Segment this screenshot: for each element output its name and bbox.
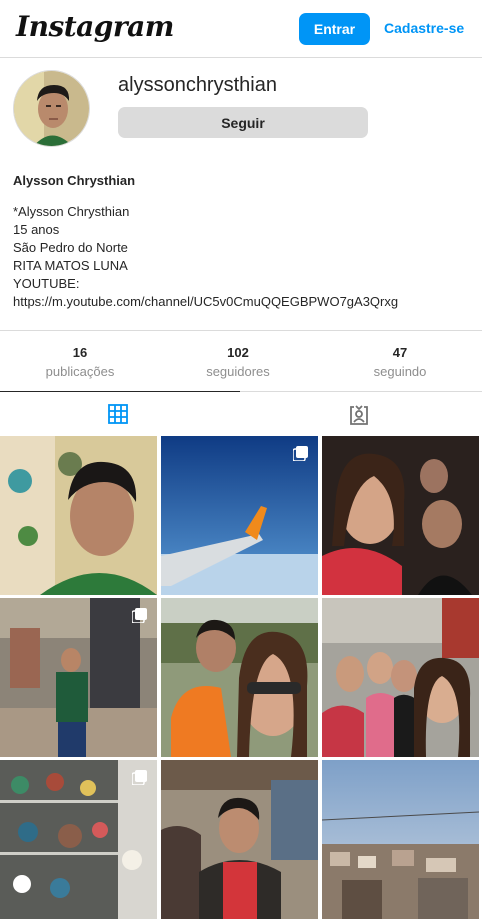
- followers-label: seguidores: [206, 364, 270, 379]
- follow-button[interactable]: Seguir: [118, 107, 368, 138]
- grid-icon[interactable]: [108, 404, 128, 424]
- profile-full-name: Alysson Chrysthian: [13, 173, 136, 188]
- tagged-icon[interactable]: [348, 404, 368, 425]
- profile-username: alyssonchrysthian: [118, 74, 277, 96]
- post-tile[interactable]: [161, 598, 318, 757]
- instagram-logo[interactable]: Instagram: [16, 10, 174, 43]
- top-bar: Instagram Entrar Cadastre-se: [0, 0, 482, 58]
- stat-following[interactable]: 47 seguindo: [320, 345, 480, 379]
- profile-bio: *Alysson Chrysthian 15 anos São Pedro do…: [13, 203, 398, 311]
- login-button[interactable]: Entrar: [299, 13, 370, 45]
- post-tile[interactable]: [0, 436, 157, 595]
- post-tile[interactable]: [161, 436, 318, 595]
- posts-count: 16: [72, 345, 88, 360]
- multiple-photos-icon: [132, 770, 147, 785]
- bio-line: São Pedro do Norte: [13, 240, 128, 255]
- profile-tabs: [0, 391, 482, 436]
- post-tile[interactable]: [322, 760, 479, 919]
- bio-line: YOUTUBE:: [13, 276, 80, 291]
- bio-line: 15 anos: [13, 222, 60, 237]
- stat-followers[interactable]: 102 seguidores: [158, 345, 318, 379]
- bio-link[interactable]: https://m.youtube.com/channel/UC5v0CmuQQ…: [13, 293, 398, 311]
- bio-line: RITA MATOS LUNA: [13, 258, 128, 273]
- post-tile[interactable]: [0, 760, 157, 919]
- posts-label: publicações: [45, 364, 115, 379]
- bio-line: *Alysson Chrysthian: [13, 204, 130, 219]
- avatar[interactable]: [13, 70, 90, 147]
- signup-link[interactable]: Cadastre-se: [384, 20, 464, 36]
- active-tab-indicator: [0, 391, 240, 392]
- post-tile[interactable]: [161, 760, 318, 919]
- stat-posts: 16 publicações: [0, 345, 160, 379]
- multiple-photos-icon: [293, 446, 308, 461]
- followers-count: 102: [227, 345, 249, 360]
- post-tile[interactable]: [0, 598, 157, 757]
- following-count: 47: [392, 345, 408, 360]
- post-tile[interactable]: [322, 436, 479, 595]
- multiple-photos-icon: [132, 608, 147, 623]
- post-tile[interactable]: [322, 598, 479, 757]
- following-label: seguindo: [373, 364, 427, 379]
- profile-stats: 16 publicações 102 seguidores 47 seguind…: [0, 330, 482, 392]
